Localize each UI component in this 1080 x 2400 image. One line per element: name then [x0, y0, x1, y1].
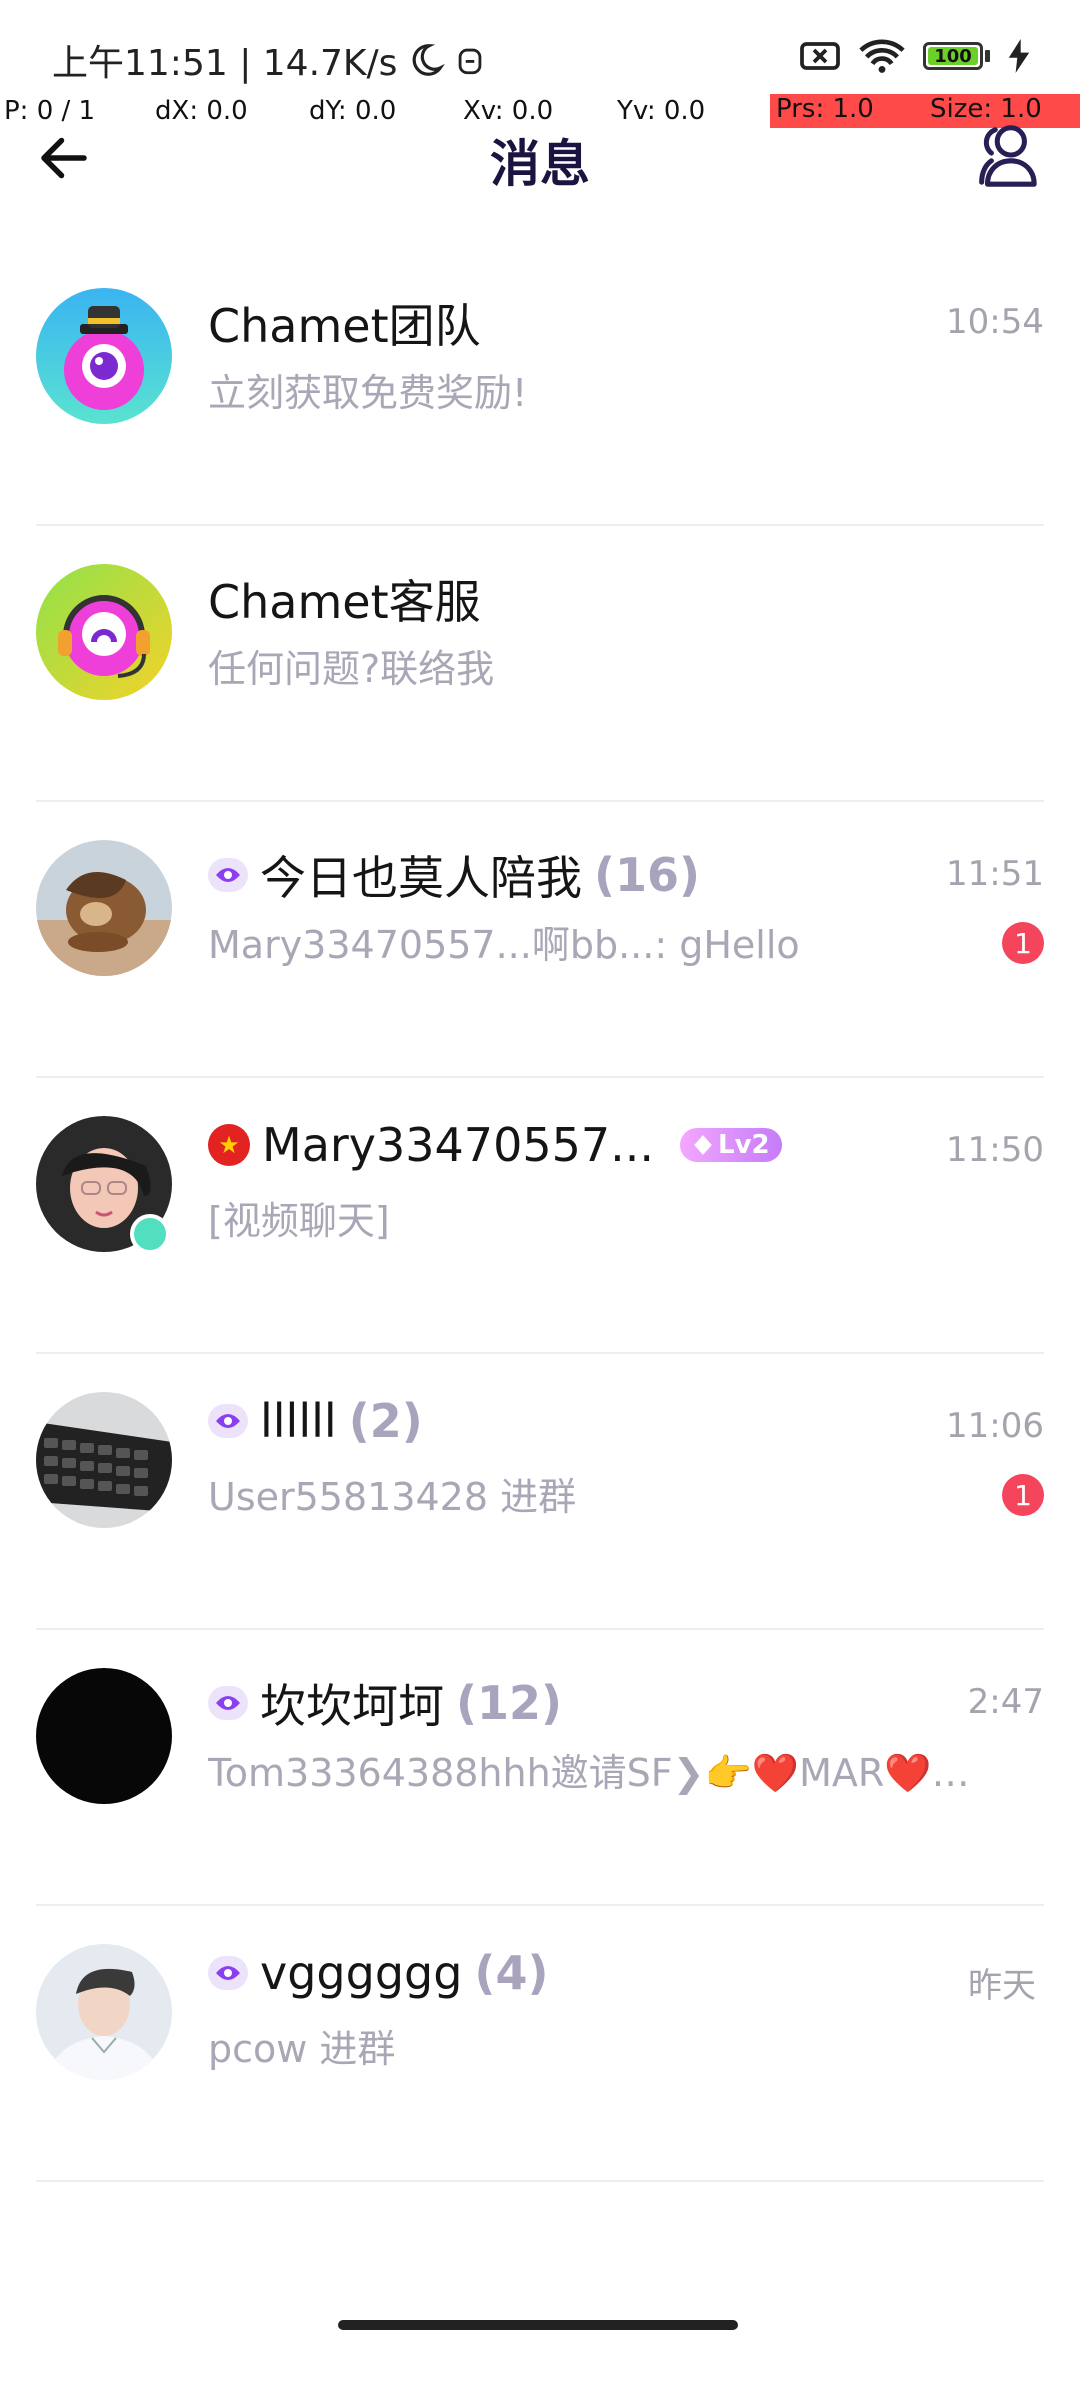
member-count: (4) [474, 1946, 549, 2000]
online-indicator [130, 1214, 170, 1254]
member-count: (16) [594, 848, 701, 902]
message-time: 11:51 [946, 854, 1044, 894]
last-message: 任何问题?联络我 [208, 647, 495, 691]
charging-icon [1008, 39, 1030, 73]
status-left: 上午11:51 | 14.7K/s [52, 34, 485, 86]
last-message: Mary33470557...啊bb...: gHello [208, 923, 800, 967]
sim-off-icon [800, 42, 840, 70]
level-text: Lv2 [718, 1130, 770, 1160]
last-message: [视频聊天] [208, 1199, 390, 1243]
conversation-title: ★ Mary33470557... Lv2 [208, 1118, 880, 1172]
moon-icon [413, 44, 446, 76]
member-count: (12) [456, 1676, 563, 1730]
conversation-title: llllll (2) [208, 1394, 880, 1448]
last-message: 立刻获取免费奖励! [208, 371, 528, 415]
avatar [36, 1668, 172, 1804]
conversation-name: Chamet客服 [208, 575, 481, 629]
last-message: pcow 进群 [208, 2027, 396, 2071]
conversation-item[interactable]: Chamet客服 任何问题?联络我 [0, 526, 1080, 802]
conversation-title: Chamet团队 [208, 290, 880, 356]
alarm-icon [459, 48, 482, 75]
conversation-name: llllll [260, 1394, 337, 1448]
conversation-name: Mary33470557... [262, 1118, 655, 1172]
diamond-icon [694, 1135, 712, 1155]
message-time: 2:47 [967, 1682, 1044, 1722]
conversation-item[interactable]: 今日也莫人陪我 (16) Mary33470557...啊bb...: gHel… [0, 802, 1080, 1078]
contacts-button[interactable] [966, 120, 1044, 190]
message-time: 10:54 [946, 302, 1044, 342]
avatar [36, 1944, 172, 2080]
level-badge: Lv2 [680, 1128, 782, 1162]
conversation-name: vgggggg [260, 1946, 463, 2000]
conversation-title: 坎坎坷坷 (12) [208, 1670, 880, 1736]
eye-icon [208, 858, 248, 892]
unread-badge: 1 [1002, 922, 1044, 964]
last-message: User55813428 进群 [208, 1475, 577, 1519]
eye-icon [208, 1404, 248, 1438]
status-right: 100 [799, 38, 1030, 74]
avatar [36, 840, 172, 976]
wifi-icon [859, 39, 905, 73]
status-bar: 上午11:51 | 14.7K/s 100 [0, 0, 1080, 100]
conversation-item[interactable]: vgggggg (4) pcow 进群 昨天 [0, 1906, 1080, 2182]
conversation-name: 坎坎坷坷 [260, 1679, 444, 1733]
message-time: 昨天 [968, 1966, 1036, 2006]
conversation-item[interactable]: ★ Mary33470557... Lv2 [视频聊天] 11:50 [0, 1078, 1080, 1354]
avatar [36, 288, 172, 424]
avatar [36, 564, 172, 700]
app-header: 消息 [0, 120, 1080, 200]
battery-icon: 100 [923, 42, 990, 70]
conversation-item[interactable]: Chamet团队 立刻获取免费奖励! 10:54 [0, 250, 1080, 526]
eye-icon [208, 1956, 248, 1990]
member-count: (2) [348, 1394, 423, 1448]
group-icon [979, 125, 1037, 187]
conversation-name: 今日也莫人陪我 [260, 851, 582, 905]
status-time: 上午11:51 | 14.7K/s [52, 43, 398, 84]
china-flag-icon: ★ [208, 1124, 250, 1166]
divider [36, 2180, 1044, 2182]
page-title: 消息 [490, 135, 590, 193]
conversation-title: Chamet客服 [208, 566, 880, 632]
battery-level: 100 [928, 46, 978, 67]
conversation-title: 今日也莫人陪我 (16) [208, 842, 880, 908]
message-time: 11:06 [946, 1406, 1044, 1446]
last-message: Tom33364388hhh邀请SF❯👉❤️MAR❤️JID...... [208, 1751, 980, 1795]
conversation-item[interactable]: 坎坎坷坷 (12) Tom33364388hhh邀请SF❯👉❤️MAR❤️JID… [0, 1630, 1080, 1906]
conversation-list: Chamet团队 立刻获取免费奖励! 10:54 Chamet客服 任何问题?联… [0, 250, 1080, 2182]
message-time: 11:50 [946, 1130, 1044, 1170]
eye-icon [208, 1686, 248, 1720]
home-indicator[interactable] [338, 2320, 738, 2330]
avatar [36, 1392, 172, 1528]
unread-badge: 1 [1002, 1474, 1044, 1516]
conversation-item[interactable]: llllll (2) User55813428 进群 11:06 1 [0, 1354, 1080, 1630]
conversation-title: vgggggg (4) [208, 1946, 880, 2000]
conversation-name: Chamet团队 [208, 299, 481, 353]
